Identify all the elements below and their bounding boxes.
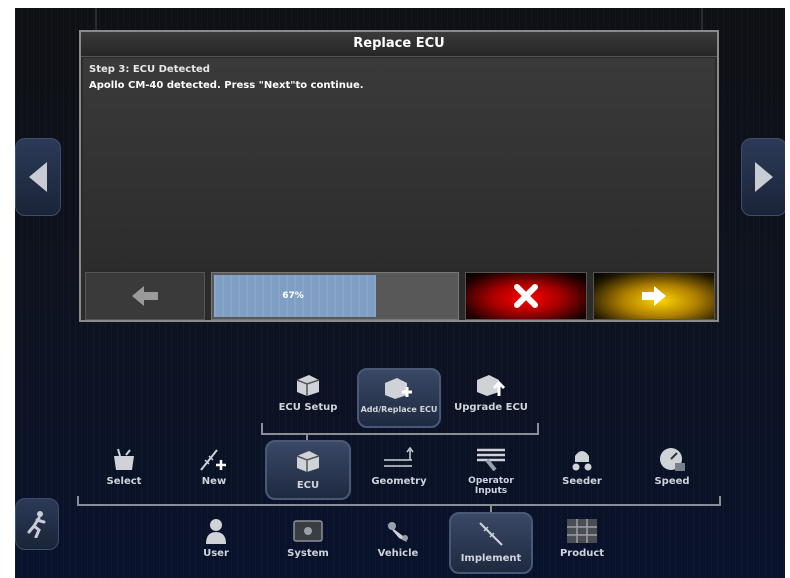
tile-label: Speed <box>654 476 690 487</box>
upgrade-ecu-tile[interactable]: Upgrade ECU <box>451 370 531 426</box>
tile-label: Geometry <box>371 476 427 487</box>
previous-page-button[interactable] <box>15 138 61 216</box>
ecu-icon <box>290 446 326 476</box>
tile-label: Seeder <box>562 476 602 487</box>
user-tile[interactable]: User <box>183 516 249 572</box>
select-icon <box>106 444 142 474</box>
vehicle-tile[interactable]: Vehicle <box>365 516 431 572</box>
system-icon <box>290 516 326 546</box>
user-icon <box>198 516 234 546</box>
tile-label: Operator Inputs <box>468 476 514 496</box>
add-replace-ecu-tile[interactable]: Add/Replace ECU <box>357 368 441 428</box>
operator-inputs-tile[interactable]: Operator Inputs <box>455 444 527 500</box>
speed-tile[interactable]: Speed <box>639 444 705 496</box>
ecu-setup-icon <box>290 370 326 400</box>
dialog-message: Apollo CM-40 detected. Press "Next"to co… <box>89 80 364 91</box>
tile-label: User <box>203 548 229 559</box>
ecu-tile[interactable]: ECU <box>265 440 351 500</box>
tile-label: New <box>201 476 227 487</box>
tile-label: Vehicle <box>377 548 419 559</box>
product-tile[interactable]: Product <box>549 516 615 572</box>
exit-button[interactable] <box>15 498 59 550</box>
tile-label: Select <box>106 476 142 487</box>
close-icon <box>514 284 538 308</box>
tile-label: System <box>287 548 329 559</box>
tile-label: ECU <box>296 480 320 491</box>
tile-label: ECU Setup <box>278 402 338 413</box>
cancel-button[interactable] <box>465 272 587 320</box>
select-tile[interactable]: Select <box>91 444 157 496</box>
dialog-title: Replace ECU <box>81 32 717 57</box>
new-tile[interactable]: New <box>181 444 247 496</box>
seeder-tile[interactable]: Seeder <box>549 444 615 496</box>
seeder-icon <box>564 444 600 474</box>
implement-menu-bracket <box>77 496 721 506</box>
next-page-button[interactable] <box>741 138 785 216</box>
dialog-body: Step 3: ECU Detected Apollo CM-40 detect… <box>83 58 715 268</box>
new-icon <box>196 444 232 474</box>
system-tile[interactable]: System <box>275 516 341 572</box>
next-button[interactable] <box>593 272 715 320</box>
arrow-left-icon <box>29 162 47 192</box>
ecu-upgrade-icon <box>473 370 509 400</box>
running-man-icon <box>27 511 46 538</box>
ecu-add-icon <box>381 373 417 403</box>
implement-tile[interactable]: Implement <box>449 512 533 574</box>
back-button[interactable] <box>85 272 205 320</box>
replace-ecu-dialog: Replace ECU Step 3: ECU Detected Apollo … <box>79 30 719 322</box>
ecu-menu-bracket <box>261 423 539 435</box>
geometry-icon <box>381 444 417 474</box>
geometry-tile[interactable]: Geometry <box>365 444 433 496</box>
product-icon <box>564 516 600 546</box>
progress-label: 67% <box>282 291 304 301</box>
implement-icon <box>473 519 509 549</box>
next-arrow-icon <box>642 286 666 306</box>
progress-bar: 67% <box>211 272 459 320</box>
tile-label: Add/Replace ECU <box>360 405 438 414</box>
tile-label: Implement <box>460 553 522 564</box>
vehicle-icon <box>380 516 416 546</box>
step-label: Step 3: ECU Detected <box>89 64 210 75</box>
tile-label: Product <box>559 548 605 559</box>
ecu-setup-tile[interactable]: ECU Setup <box>273 370 343 426</box>
speed-icon <box>654 444 690 474</box>
tile-label: Upgrade ECU <box>454 402 528 413</box>
arrow-right-icon <box>755 162 773 192</box>
screen: Replace ECU Step 3: ECU Detected Apollo … <box>15 8 785 578</box>
operator-inputs-icon <box>473 444 509 474</box>
back-arrow-icon <box>132 286 158 306</box>
